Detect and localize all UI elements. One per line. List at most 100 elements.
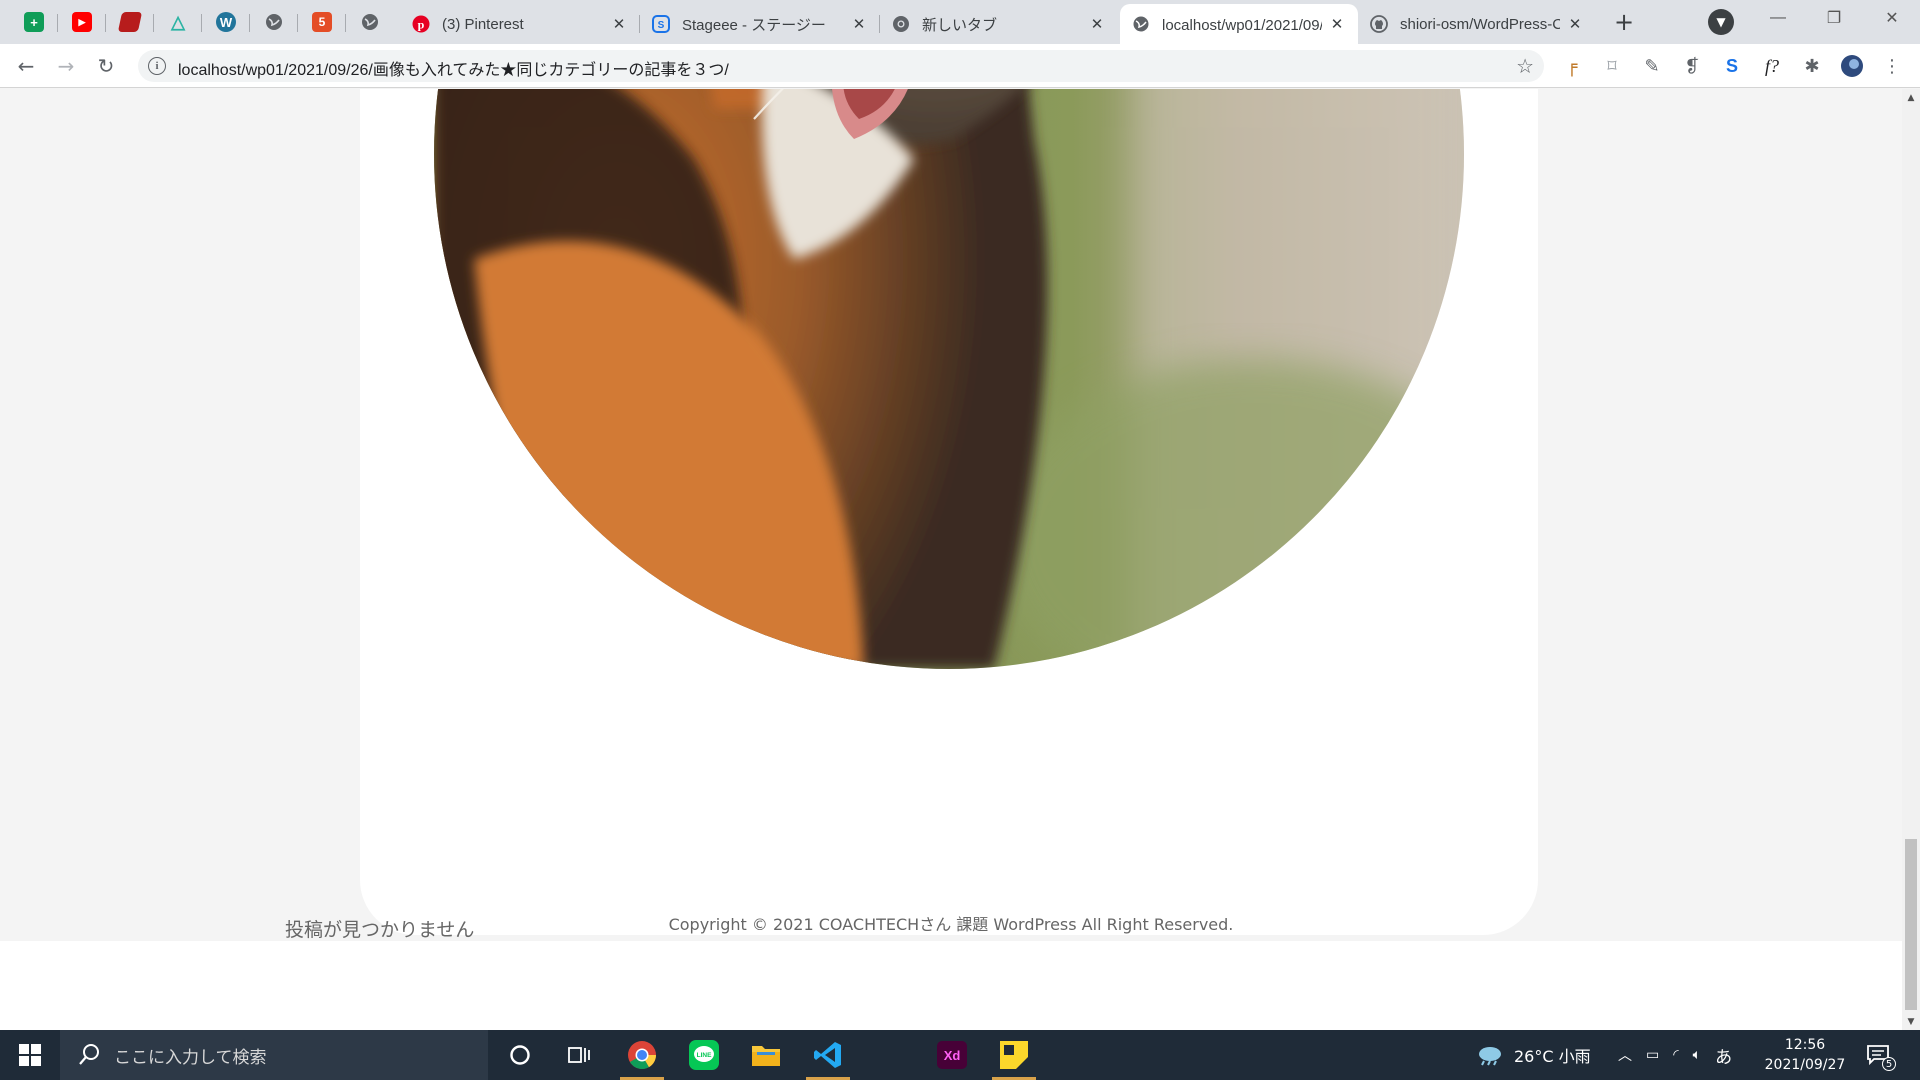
rain-cloud-icon [1479,1047,1501,1066]
globe-icon [266,14,282,30]
chrome-icon [628,1041,656,1069]
new-tab-button[interactable]: + [1610,8,1638,36]
pinned-tab-globe-2[interactable] [346,4,394,40]
pinned-tab-red-app[interactable] [106,4,154,40]
svg-text:Xd: Xd [944,1048,961,1063]
close-icon[interactable]: ✕ [610,15,628,33]
menu-kebab-icon[interactable]: ⋮ [1880,54,1904,78]
google-sheets-icon: + [24,12,44,32]
tab-title: shiori-osm/WordPress-COACHTECH [1400,15,1560,33]
tab-pinterest[interactable]: p (3) Pinterest ✕ [400,4,640,44]
system-tray: ︿ ▭ ◜ 🔈︎ あ [1618,1030,1732,1080]
taskbar-vscode[interactable] [800,1030,856,1080]
pinned-tab-sheets[interactable]: + [10,4,58,40]
weather-widget[interactable]: 26°C 小雨 [1476,1030,1591,1080]
close-window-button[interactable]: ✕ [1864,0,1920,36]
github-icon [1370,15,1388,33]
wordpress-icon: W [216,12,236,32]
svg-text:p: p [418,18,425,32]
clock-time: 12:56 [1784,1037,1826,1053]
extension-pen-icon[interactable]: ✎ [1640,54,1664,78]
taskbar-search[interactable]: ここに入力して検索 [60,1030,488,1080]
tab-github[interactable]: shiori-osm/WordPress-COACHTECH ✕ [1358,4,1596,44]
svg-text:S: S [658,20,665,31]
post-featured-image [434,89,1464,669]
pinned-tab-wordpress[interactable]: W [202,4,250,40]
triangle-app-icon: △ [171,11,185,32]
restore-icon: ❐ [1826,10,1842,27]
taskbar-adobe-xd[interactable]: Xd [924,1030,980,1080]
taskbar-clock[interactable]: 12:56 2021/09/27 [1760,1035,1850,1075]
start-button[interactable] [0,1030,60,1080]
bookmark-star-icon[interactable]: ☆ [1516,54,1534,78]
tab-title: (3) Pinterest [442,15,524,33]
notification-badge: 5 [1882,1057,1896,1071]
stageee-icon: S [652,15,670,33]
info-icon[interactable]: i [148,57,166,75]
pinned-tab-youtube[interactable]: ▶ [58,4,106,40]
volume-icon[interactable]: 🔈︎ [1693,1047,1701,1063]
extension-font-icon[interactable]: f? [1760,54,1784,78]
site-footer [0,941,1902,1030]
close-icon[interactable]: ✕ [1088,15,1106,33]
minimize-icon: — [1770,9,1786,26]
arrow-left-icon: ← [17,54,35,78]
pinned-tab-triangle[interactable]: △ [154,4,202,40]
chrome-icon [893,16,909,32]
pinned-tab-html5[interactable]: 5 [298,4,346,40]
youtube-icon: ▶ [72,12,92,32]
close-icon[interactable]: ✕ [850,15,868,33]
windows-logo-icon [19,1044,41,1066]
pinterest-icon: p [412,15,430,33]
extension-brush-icon[interactable]: ╒ [1560,54,1584,78]
extension-s-icon[interactable]: S [1720,54,1744,78]
task-view-button[interactable] [552,1030,608,1080]
tab-localhost-active[interactable]: localhost/wp01/2021/09/26/画像も入れてみた★同じカテゴ… [1120,4,1358,44]
extensions-puzzle-icon[interactable]: ✱ [1800,54,1824,78]
restore-button[interactable]: ❐ [1806,0,1862,36]
forward-button[interactable]: → [52,52,80,80]
scroll-up-arrow-icon[interactable]: ▲ [1902,89,1920,106]
profile-avatar[interactable] [1840,54,1864,78]
taskbar-line[interactable]: LINE [676,1030,732,1080]
vscode-icon [814,1042,841,1068]
close-icon[interactable]: ✕ [1566,15,1584,33]
adobe-xd-icon: Xd [937,1041,967,1069]
chevron-up-icon[interactable]: ︿ [1618,1045,1632,1065]
vertical-scrollbar[interactable]: ▲ ▼ [1902,89,1920,1030]
back-button[interactable]: ← [12,52,40,80]
chevron-down-icon: ▼ [1716,15,1726,29]
taskbar-file-explorer[interactable] [738,1030,794,1080]
tab-title: Stageee - ステージー [682,16,826,34]
wifi-icon[interactable]: ◜ [1673,1047,1678,1063]
minimize-button[interactable]: — [1750,0,1806,36]
task-view-icon [568,1047,590,1063]
windows-taskbar: ここに入力して検索 LINE Xd 26°C 小雨 ︿ ▭ ◜ 🔈︎ あ 12:… [0,1030,1920,1080]
avatar-icon [1841,55,1863,77]
taskbar-chrome[interactable] [614,1030,670,1080]
scroll-down-arrow-icon[interactable]: ▼ [1902,1013,1920,1030]
scroll-thumb[interactable] [1905,839,1917,1010]
bookmark-icon[interactable]: ⌑ [1600,54,1624,78]
ime-indicator[interactable]: あ [1715,1043,1732,1068]
close-icon[interactable]: ✕ [1328,15,1346,33]
reload-icon: ↻ [97,54,115,78]
cortana-circle-icon [510,1045,530,1065]
tab-stageee[interactable]: S Stageee - ステージー ✕ [640,4,880,44]
url-text[interactable]: localhost/wp01/2021/09/26/画像も入れてみた★同じカテゴ… [178,56,729,80]
tab-new-tab[interactable]: 新しいタブ ✕ [880,4,1118,44]
pinned-tab-globe-1[interactable] [250,4,298,40]
globe-icon [1133,16,1149,32]
taskbar-sticky-notes[interactable] [986,1030,1042,1080]
web-page: 投稿が見つかりません Copyright © 2021 COACHTECHさん … [0,89,1902,1030]
extension-stamp-icon[interactable]: ❡ [1680,54,1704,78]
line-app-icon: LINE [689,1040,719,1070]
tab-title: 新しいタブ [922,16,998,34]
notification-center[interactable]: 5 [1866,1030,1896,1080]
address-bar[interactable]: i localhost/wp01/2021/09/26/画像も入れてみた★同じカ… [138,50,1544,82]
reload-button[interactable]: ↻ [92,52,120,80]
cortana-button[interactable] [492,1030,548,1080]
battery-icon[interactable]: ▭ [1646,1047,1659,1063]
svg-text:LINE: LINE [697,1052,712,1059]
tab-search-button[interactable]: ▼ [1708,9,1734,35]
